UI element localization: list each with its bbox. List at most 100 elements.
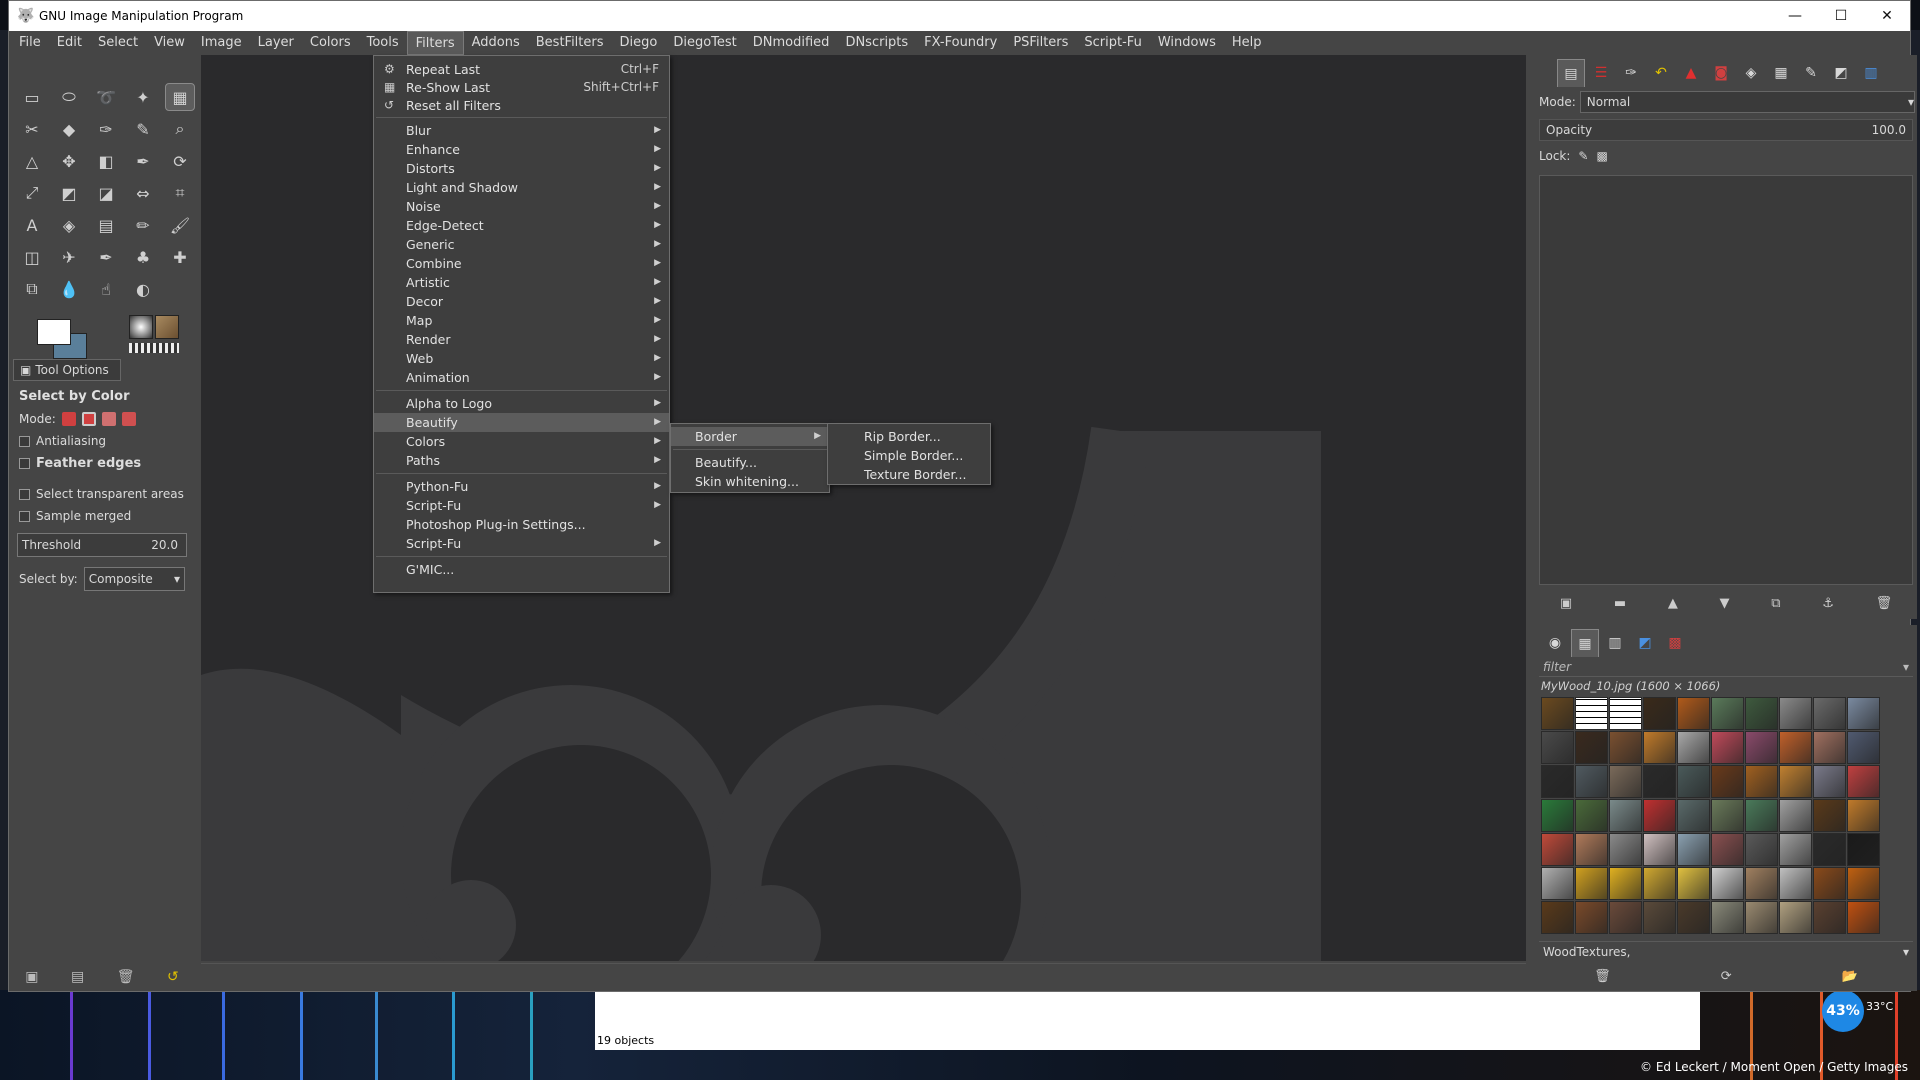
menu-dnscripts[interactable]: DNscripts	[837, 31, 916, 55]
menu-item-web[interactable]: Web ▶	[374, 349, 669, 368]
foreground-select-icon[interactable]: ◆	[54, 115, 84, 143]
bucket-fill-icon[interactable]: ◈	[54, 211, 84, 239]
paths-icon[interactable]: ✑	[91, 115, 121, 143]
pattern-swatch[interactable]	[1711, 901, 1744, 934]
delete-pattern-icon[interactable]: 🗑	[1594, 969, 1611, 984]
pattern-swatch[interactable]	[1711, 867, 1744, 900]
pattern-swatch[interactable]	[1541, 833, 1574, 866]
pattern-swatch[interactable]	[1575, 867, 1608, 900]
menu-item-re-show-last[interactable]: ▦ Re-Show Last Shift+Ctrl+F	[374, 78, 669, 96]
smudge-icon[interactable]: ☝	[91, 275, 121, 303]
tab-palettes-icon[interactable]: ▩	[1661, 629, 1689, 657]
menu-item-edge-detect[interactable]: Edge-Detect ▶	[374, 216, 669, 235]
pattern-swatch[interactable]	[1847, 799, 1880, 832]
menu-item-enhance[interactable]: Enhance ▶	[374, 140, 669, 159]
tab-gradients-icon[interactable]: ▥	[1601, 629, 1629, 657]
menu-edit[interactable]: Edit	[49, 31, 90, 55]
threshold-slider[interactable]: Threshold 20.0	[17, 533, 187, 557]
pattern-swatch[interactable]	[1575, 833, 1608, 866]
tab-brush-icon[interactable]: ✎	[1797, 59, 1825, 87]
pattern-swatch[interactable]	[1643, 799, 1676, 832]
gradient-preview[interactable]	[129, 343, 179, 353]
pattern-swatch[interactable]	[1779, 731, 1812, 764]
menu-item-animation[interactable]: Animation ▶	[374, 368, 669, 387]
menu-item-border[interactable]: Border ▶	[671, 427, 829, 446]
lower-layer-icon[interactable]: ▼	[1720, 596, 1730, 611]
menu-item-repeat-last[interactable]: ⚙ Repeat Last Ctrl+F	[374, 60, 669, 78]
dodge-burn-icon[interactable]: ◐	[128, 275, 158, 303]
menu-item-gmic[interactable]: G'MIC...	[374, 560, 669, 579]
menu-item-artistic[interactable]: Artistic ▶	[374, 273, 669, 292]
open-pattern-folder-icon[interactable]: 📂	[1842, 969, 1858, 984]
menu-item-texture-border-[interactable]: Texture Border...	[828, 465, 990, 484]
pattern-swatch[interactable]	[1643, 867, 1676, 900]
lock-pixels-icon[interactable]: ✎	[1578, 149, 1588, 163]
anchor-layer-icon[interactable]: ⚓	[1822, 596, 1834, 611]
ellipse-select-icon[interactable]: ⬭	[54, 83, 84, 111]
tab-templates-icon[interactable]: ◈	[1737, 59, 1765, 87]
menu-fx-foundry[interactable]: FX-Foundry	[916, 31, 1005, 55]
menu-item-blur[interactable]: Blur ▶	[374, 121, 669, 140]
menu-item-generic[interactable]: Generic ▶	[374, 235, 669, 254]
mode-replace-icon[interactable]	[61, 412, 76, 426]
align-icon[interactable]: ◧	[91, 147, 121, 175]
delete-options-icon[interactable]: 🗑	[117, 969, 135, 985]
tab-paths-icon[interactable]: ✑	[1617, 59, 1645, 87]
pattern-swatch[interactable]	[1541, 901, 1574, 934]
pattern-swatch[interactable]	[1847, 765, 1880, 798]
pattern-swatch[interactable]	[1813, 765, 1846, 798]
pattern-swatch[interactable]	[1813, 697, 1846, 730]
clone-icon[interactable]: ♣	[128, 243, 158, 271]
menu-filters[interactable]: Filters	[406, 31, 464, 55]
pattern-swatch[interactable]	[1745, 901, 1778, 934]
menu-image[interactable]: Image	[193, 31, 250, 55]
pattern-swatch[interactable]	[1813, 901, 1846, 934]
pattern-swatch[interactable]	[1711, 799, 1744, 832]
pattern-swatch[interactable]	[1813, 799, 1846, 832]
shear-icon[interactable]: ◩	[54, 179, 84, 207]
pattern-swatch[interactable]	[1541, 867, 1574, 900]
rotate-icon[interactable]: ⟳	[165, 147, 195, 175]
menu-item-paths[interactable]: Paths ▶	[374, 451, 669, 470]
close-button[interactable]: ✕	[1864, 1, 1910, 31]
pattern-swatch[interactable]	[1609, 833, 1642, 866]
pattern-swatch[interactable]	[1677, 765, 1710, 798]
pattern-swatch[interactable]	[1643, 731, 1676, 764]
lock-alpha-icon[interactable]: ▩	[1596, 149, 1607, 163]
menu-item-script-fu[interactable]: Script-Fu ▶	[374, 534, 669, 553]
pattern-swatch[interactable]	[1609, 765, 1642, 798]
menu-item-combine[interactable]: Combine ▶	[374, 254, 669, 273]
pattern-swatch[interactable]	[1711, 731, 1744, 764]
brush-pattern-preview[interactable]	[121, 311, 181, 353]
menu-item-map[interactable]: Map ▶	[374, 311, 669, 330]
pattern-swatch[interactable]	[1643, 833, 1676, 866]
pattern-swatch[interactable]	[1643, 765, 1676, 798]
crop-icon[interactable]: ✒	[128, 147, 158, 175]
menu-item-simple-border-[interactable]: Simple Border...	[828, 446, 990, 465]
pattern-swatch[interactable]	[1677, 901, 1710, 934]
perspective-icon[interactable]: ◪	[91, 179, 121, 207]
pattern-swatch[interactable]	[1609, 867, 1642, 900]
save-options-icon[interactable]: ▣	[25, 969, 38, 985]
blur-icon[interactable]: 💧	[54, 275, 84, 303]
tab-patterns-icon[interactable]: ▦	[1571, 629, 1599, 657]
select-by-dropdown[interactable]: Composite ▾	[83, 567, 185, 591]
menu-view[interactable]: View	[146, 31, 193, 55]
scissors-icon[interactable]: ✂	[17, 115, 47, 143]
pattern-swatch[interactable]	[1745, 697, 1778, 730]
pattern-swatch[interactable]	[1541, 731, 1574, 764]
menu-item-reset-all-filters[interactable]: ↺ Reset all Filters	[374, 96, 669, 114]
menu-item-distorts[interactable]: Distorts ▶	[374, 159, 669, 178]
tab-warning-icon[interactable]: ▲	[1677, 59, 1705, 87]
menu-item-colors[interactable]: Colors ▶	[374, 432, 669, 451]
pattern-swatch[interactable]	[1745, 867, 1778, 900]
pattern-swatch[interactable]	[1677, 697, 1710, 730]
pattern-swatch[interactable]	[1541, 697, 1574, 730]
menu-select[interactable]: Select	[90, 31, 146, 55]
tab-colormap-icon[interactable]: ▥	[1857, 59, 1885, 87]
pattern-swatch[interactable]	[1847, 833, 1880, 866]
pattern-swatch[interactable]	[1643, 901, 1676, 934]
sample-merged-checkbox[interactable]	[19, 510, 30, 522]
tab-fonts-icon[interactable]: ◩	[1631, 629, 1659, 657]
pattern-swatch[interactable]	[1575, 901, 1608, 934]
